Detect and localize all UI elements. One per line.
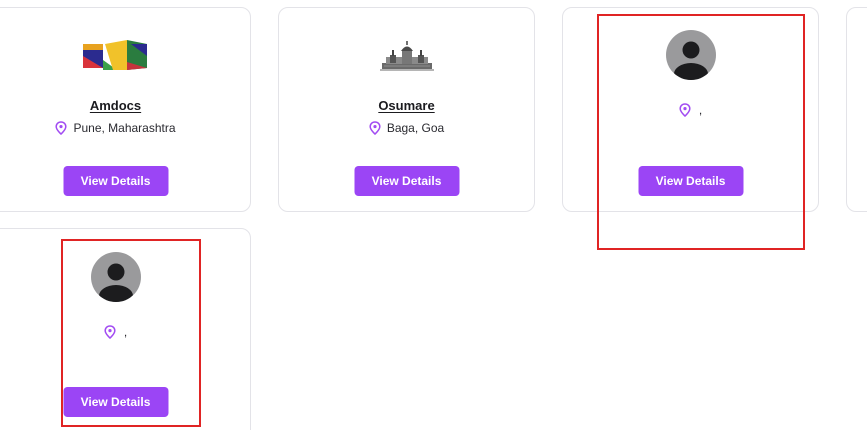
view-details-button[interactable]: View Details [63, 166, 168, 196]
amdocs-logo-icon [82, 40, 147, 70]
location-text: Baga, Goa [386, 121, 445, 135]
location-pin-icon [369, 121, 381, 135]
company-name[interactable]: Amdocs [0, 98, 250, 113]
company-card-amdocs: Amdocs Pune, Maharashtra View Details [0, 7, 251, 212]
location-text: Pune, Maharashtra [73, 121, 176, 135]
company-location: Pune, Maharashtra [0, 121, 250, 135]
osumare-building-logo-icon [379, 41, 434, 71]
company-card-osumare: Osumare Baga, Goa View Details [278, 7, 535, 212]
view-details-button[interactable]: View Details [354, 166, 459, 196]
highlight-box-empty-card-2 [61, 239, 201, 427]
location-pin-icon [55, 121, 68, 135]
highlight-box-empty-card [597, 14, 805, 250]
company-name[interactable]: Osumare [279, 98, 534, 113]
company-grid: Amdocs Pune, Maharashtra View Details Os… [0, 0, 867, 430]
company-card-partial [846, 7, 867, 212]
company-location: Baga, Goa [279, 121, 534, 135]
